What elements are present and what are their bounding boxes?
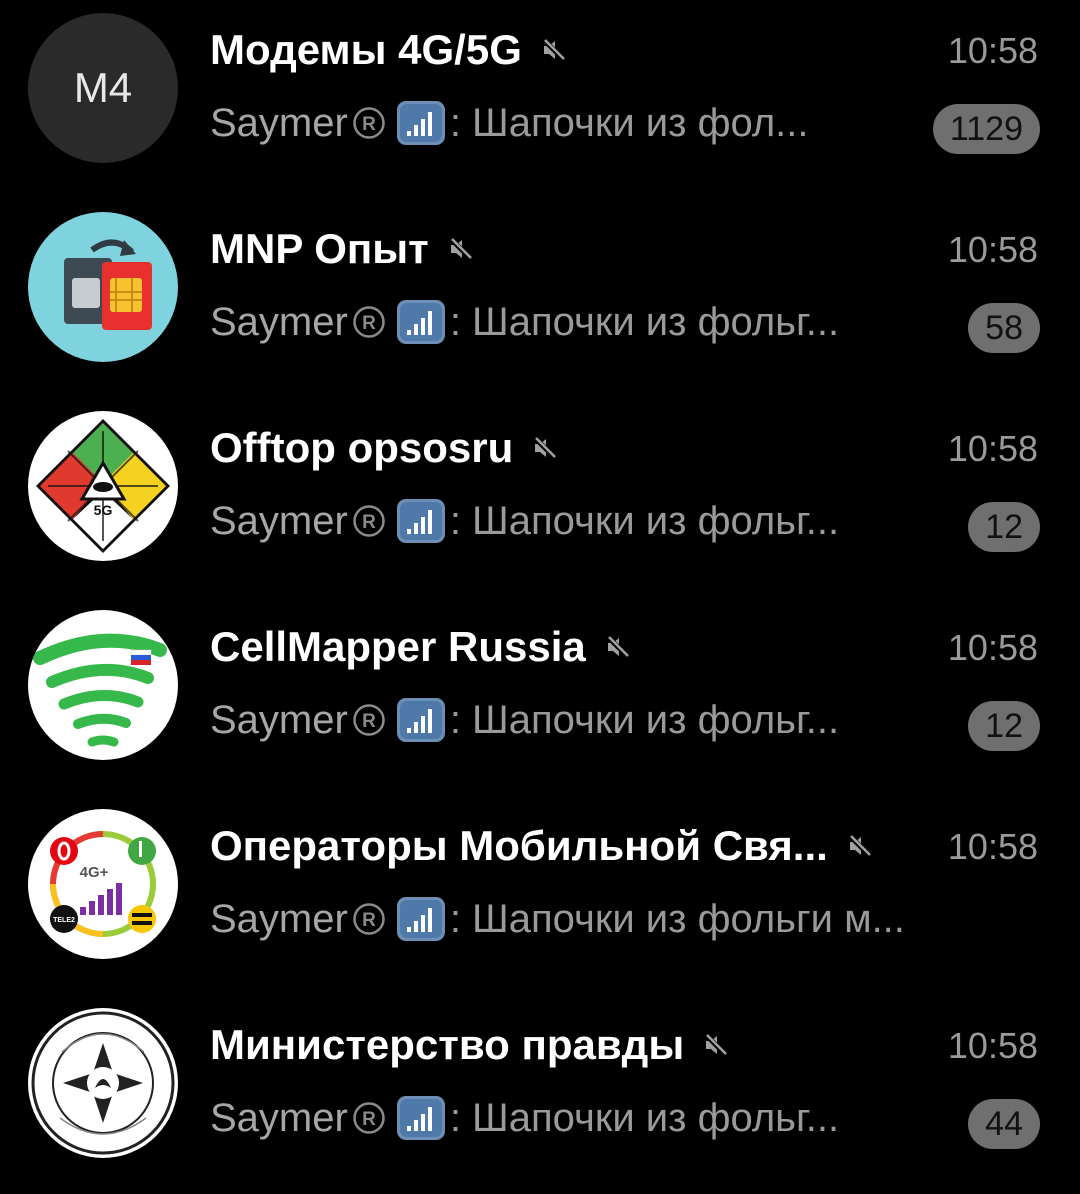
chat-title: Модемы 4G/5G xyxy=(210,26,522,73)
sender-name: Saymer xyxy=(210,100,348,145)
operators-logo-icon: TELE2 4G+ xyxy=(28,809,178,959)
muted-icon xyxy=(606,635,630,659)
chat-title-line: Модемы 4G/5G xyxy=(210,24,568,76)
registered-icon: R xyxy=(353,704,385,736)
unread-badge: 12 xyxy=(968,502,1040,552)
unread-badge: 12 xyxy=(968,701,1040,751)
chat-time: 10:58 xyxy=(947,428,1038,469)
message-preview: Saymer R : Шапочки из фол... xyxy=(210,96,809,150)
svg-text:R: R xyxy=(362,313,376,334)
preview-text: : Шапочки из фольг... xyxy=(449,498,840,543)
muted-icon xyxy=(542,38,566,62)
unread-badge: 58 xyxy=(968,303,1040,353)
signal-bars-icon xyxy=(396,698,445,742)
chat-list: M4 Модемы 4G/5G 10:58 Saymer R: Шапочки… xyxy=(0,0,1080,1194)
chat-title: MNP Опыт xyxy=(210,225,429,272)
signal-bars-icon xyxy=(396,300,445,344)
message-preview: Saymer R : Шапочки из фольг... xyxy=(210,494,839,548)
svg-text:TELE2: TELE2 xyxy=(53,917,75,924)
svg-text:R: R xyxy=(362,512,376,533)
signal-bars-icon xyxy=(396,1096,445,1140)
preview-text: : Шапочки из фольги м... xyxy=(449,896,905,941)
preview-text: : Шапочки из фольг... xyxy=(449,1095,840,1140)
registered-icon: R xyxy=(353,306,385,338)
chat-time: 10:58 xyxy=(947,30,1038,71)
avatar xyxy=(28,212,178,362)
svg-text:R: R xyxy=(362,910,376,931)
chat-row-operators[interactable]: TELE2 4G+ Операторы Мобильной Свя... 10:… xyxy=(0,796,1080,995)
chat-title: Offtop opsosru xyxy=(210,424,514,471)
chat-title: Операторы Мобильной Свя... xyxy=(210,822,828,869)
chat-title: CellMapper Russia xyxy=(210,623,586,670)
chat-row-cellmapper[interactable]: CellMapper Russia 10:58 Saymer R : Шапоч… xyxy=(0,597,1080,796)
sender-name: Saymer xyxy=(210,299,348,344)
preview-text: : Шапочки из фол... xyxy=(449,100,809,145)
sim-swap-icon xyxy=(28,212,178,362)
message-preview: Saymer R : Шапочки из фольг... xyxy=(210,1091,839,1145)
registered-icon: R xyxy=(353,107,385,139)
unread-badge: 44 xyxy=(968,1099,1040,1149)
signal-bars-icon xyxy=(396,499,445,543)
avatar-initials: M4 xyxy=(73,64,133,111)
muted-icon xyxy=(704,1033,728,1057)
chat-title-line: Offtop opsosru xyxy=(210,422,559,474)
avatar: 5G xyxy=(28,411,178,561)
preview-text: : Шапочки из фольг... xyxy=(449,697,840,742)
unread-badge: 1129 xyxy=(932,104,1040,154)
message-preview: Saymer R : Шапочки из фольг... xyxy=(210,693,839,747)
svg-text:4G+: 4G+ xyxy=(80,864,109,881)
avatar xyxy=(28,610,178,760)
message-preview: Saymer R : Шапочки из фольг... xyxy=(210,295,839,349)
registered-icon: R xyxy=(353,505,385,537)
registered-icon: R xyxy=(353,1102,385,1134)
chat-title: Министерство правды xyxy=(210,1021,685,1068)
seal-icon xyxy=(28,1008,178,1158)
sender-name: Saymer xyxy=(210,697,348,742)
chat-title-line: Министерство правды xyxy=(210,1019,730,1071)
avatar: M4 xyxy=(28,13,178,163)
signal-bars-icon xyxy=(396,101,445,145)
chat-row-modems[interactable]: M4 Модемы 4G/5G 10:58 Saymer R: Шапочки… xyxy=(0,0,1080,199)
chat-row-ministry[interactable]: Министерство правды 10:58 Saymer R: Шап… xyxy=(0,995,1080,1194)
muted-icon xyxy=(448,237,473,261)
svg-text:R: R xyxy=(362,114,376,135)
muted-icon xyxy=(848,834,872,858)
sender-name: Saymer xyxy=(210,896,348,941)
message-preview: Saymer R : Шапочки из фольги м... xyxy=(210,892,905,946)
5g-eye-icon: 5G xyxy=(28,411,178,561)
avatar: TELE2 4G+ xyxy=(28,809,178,959)
chat-time: 10:58 xyxy=(947,627,1038,668)
svg-text:R: R xyxy=(362,711,376,732)
sender-name: Saymer xyxy=(210,1095,348,1140)
sender-name: Saymer xyxy=(210,498,348,543)
registered-icon: R xyxy=(353,903,385,935)
muted-icon xyxy=(533,436,558,460)
svg-text:5G: 5G xyxy=(94,502,113,518)
preview-text: : Шапочки из фольг... xyxy=(449,299,840,344)
wifi-signal-icon xyxy=(28,610,178,760)
chat-time: 10:58 xyxy=(947,826,1038,867)
chat-time: 10:58 xyxy=(947,229,1038,270)
chat-title-line: MNP Опыт xyxy=(210,223,475,275)
chat-title-line: Операторы Мобильной Свя... xyxy=(210,820,874,872)
avatar xyxy=(28,1008,178,1158)
svg-text:R: R xyxy=(362,1109,376,1130)
chat-title-line: CellMapper Russia xyxy=(210,621,632,673)
chat-time: 10:58 xyxy=(947,1025,1038,1066)
signal-bars-icon xyxy=(396,897,445,941)
chat-row-mnp[interactable]: MNP Опыт 10:58 Saymer R : Шапочки из фол… xyxy=(0,199,1080,398)
chat-row-offtop[interactable]: 5G Offtop opsosru 10:58 Saymer R: Шапоч… xyxy=(0,398,1080,597)
